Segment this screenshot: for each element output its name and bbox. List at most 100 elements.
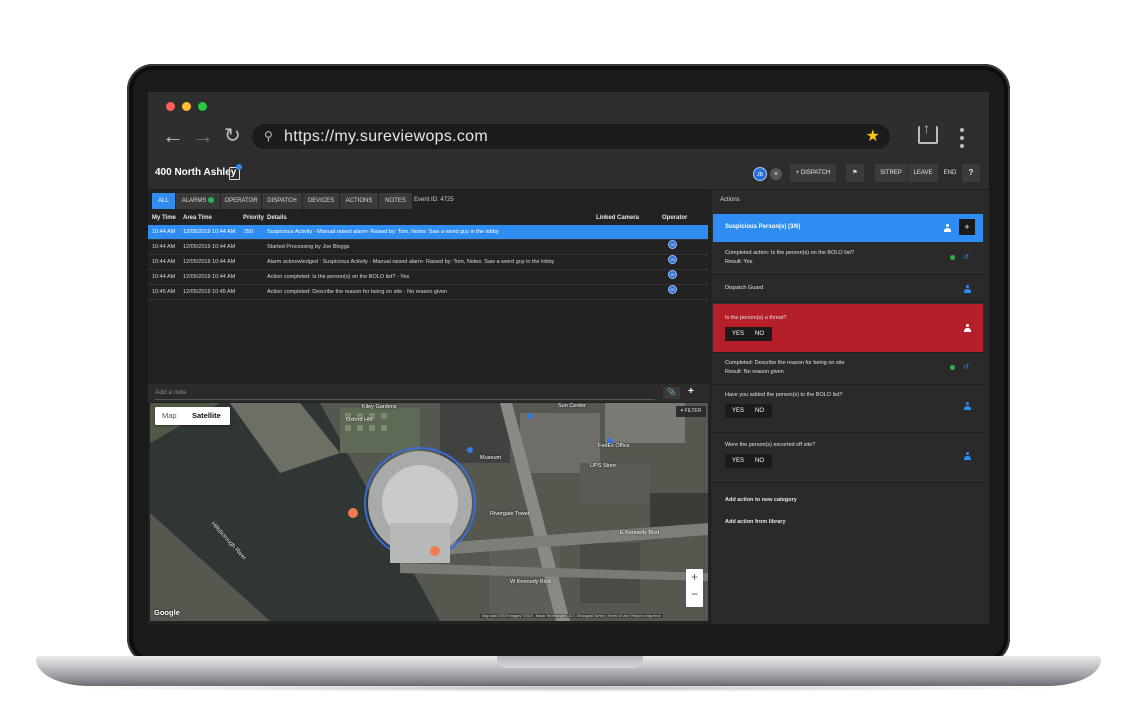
address-bar[interactable]: ⚲ https://my.sureviewops.com ★ xyxy=(252,124,890,149)
tab-operator[interactable]: OPERATOR xyxy=(221,193,261,209)
zoom-in-button[interactable]: + xyxy=(686,569,703,586)
yes-button[interactable]: YES xyxy=(732,327,744,341)
action-item[interactable]: Completed: Describe the reason for being… xyxy=(713,354,983,385)
map-label-oxford: Oxford HM xyxy=(346,417,373,423)
close-window-icon[interactable] xyxy=(166,102,175,111)
app: 400 North Ashley JB + + DISPATCH ⚑ SITRE… xyxy=(148,160,989,624)
table-row[interactable]: 10:44 AM 12/05/2019 10:44 AM Started Pro… xyxy=(148,240,708,255)
operator-avatar[interactable]: JB xyxy=(753,167,767,181)
col-operator: Operator xyxy=(662,215,688,221)
zoom-out-button[interactable]: − xyxy=(686,586,703,603)
completed-icon xyxy=(950,365,955,370)
leave-button[interactable]: LEAVE xyxy=(908,164,938,182)
action-text: Completed: Describe the reason for being… xyxy=(725,360,845,366)
site-title: 400 North Ashley xyxy=(155,167,237,178)
tab-alarms-label: ALARMS xyxy=(181,198,207,204)
tab-alarms[interactable]: ALARMS xyxy=(176,193,220,209)
add-operator-icon[interactable]: + xyxy=(770,168,782,180)
yes-no-buttons: YES NO xyxy=(725,327,772,341)
dispatch-button[interactable]: + DISPATCH xyxy=(790,164,836,182)
back-arrow-icon[interactable]: ← xyxy=(162,124,184,148)
attach-icon[interactable]: 📎 xyxy=(663,387,680,399)
col-priority: Priority xyxy=(243,215,265,221)
action-result: Result: Yes xyxy=(725,259,753,265)
add-action-button[interactable]: + xyxy=(959,219,975,235)
add-action-library-link[interactable]: Add action from library xyxy=(725,519,786,525)
add-note-button[interactable]: + xyxy=(688,386,694,397)
forward-arrow-icon[interactable]: → xyxy=(192,124,214,148)
action-text: Have you added the person(s) to the BOLO… xyxy=(725,392,843,398)
no-button[interactable]: NO xyxy=(755,327,764,341)
table-row[interactable]: 10:44 AM 12/05/2019 10:44 AM Action comp… xyxy=(148,270,708,285)
cell-my-time: 10:44 AM xyxy=(152,229,176,235)
map-label-sun: Sun Center xyxy=(558,403,586,409)
alarm-badge xyxy=(208,197,215,204)
reload-icon[interactable]: ↻ xyxy=(224,124,241,148)
yes-no-buttons: YES NO xyxy=(725,454,772,468)
note-input[interactable]: Add a note xyxy=(155,387,655,400)
table-row[interactable]: 10:45 AM 12/05/2019 10:45 AM Action comp… xyxy=(148,285,708,300)
table-row[interactable]: 10:44 AM 12/05/2019 10:44 AM 250 Suspici… xyxy=(148,225,708,240)
tab-devices[interactable]: DEVICES xyxy=(303,193,339,209)
sitrep-button[interactable]: SITREP xyxy=(875,164,907,182)
help-button[interactable]: ? xyxy=(962,164,980,182)
minimize-window-icon[interactable] xyxy=(182,102,191,111)
browser-chrome: ← → ↻ ⚲ https://my.sureviewops.com ★ ↑ xyxy=(148,92,989,160)
map-label-ups: UPS Store xyxy=(590,463,616,469)
action-text: Dispatch Guard xyxy=(725,285,764,291)
map-view-button[interactable]: Map xyxy=(162,407,177,425)
actions-pane: Actions Suspicious Person(s) (3/6) + Com… xyxy=(710,190,989,624)
cell-details: Suspicious Activity - Manual raised alar… xyxy=(267,229,499,235)
end-button[interactable]: END xyxy=(942,164,958,182)
undo-icon[interactable]: ↺ xyxy=(963,253,969,261)
more-menu-icon[interactable] xyxy=(960,128,964,152)
tab-dispatch[interactable]: DISPATCH xyxy=(262,193,302,209)
tab-actions[interactable]: ACTIONS xyxy=(340,193,378,209)
undo-icon[interactable]: ↺ xyxy=(963,363,969,371)
assign-user-icon[interactable] xyxy=(964,324,971,332)
actions-title: Actions xyxy=(720,197,740,203)
action-item-highlighted[interactable]: Is the person(s) a threat? YES NO xyxy=(713,304,983,353)
action-item[interactable]: Dispatch Guard xyxy=(713,275,983,302)
map-label-kiley: Kiley Gardens xyxy=(362,404,397,410)
bookmark-star-icon[interactable]: ★ xyxy=(866,124,880,149)
yes-button[interactable]: YES xyxy=(732,454,744,468)
event-log-pane: ALL ALARMS OPERATOR DISPATCH DEVICES ACT… xyxy=(148,190,710,624)
action-item[interactable]: Were the person(s) escorted off site? YE… xyxy=(713,434,983,483)
operator-avatar: JB xyxy=(668,240,677,249)
table-header: My Time Area Time Priority Details Linke… xyxy=(148,213,710,224)
map-type-toggle[interactable]: Map Satellite xyxy=(155,407,230,425)
satellite-view-button[interactable]: Satellite xyxy=(192,407,221,425)
operator-avatar: JB xyxy=(668,270,677,279)
map-label-kennedy: E Kennedy Blvd xyxy=(620,530,660,536)
cell-area-time: 12/05/2019 10:44 AM xyxy=(183,274,236,280)
map-label-museum: Museum xyxy=(480,455,502,461)
action-category-header[interactable]: Suspicious Person(s) (3/6) + xyxy=(713,214,983,242)
map-attribution: Map data ©2019 Imagery ©2019 , Maxar Tec… xyxy=(480,614,663,618)
url-text[interactable]: https://my.sureviewops.com xyxy=(284,124,488,149)
add-action-category-link[interactable]: Add action to new category xyxy=(725,497,797,503)
action-item[interactable]: Have you added the person(s) to the BOLO… xyxy=(713,386,983,433)
share-arrow-icon: ↑ xyxy=(923,120,930,136)
search-icon: ⚲ xyxy=(264,129,273,143)
cell-area-time: 12/05/2019 10:45 AM xyxy=(183,289,236,295)
assign-user-icon[interactable] xyxy=(964,402,971,410)
cell-details: Alarm acknowledged : Suspicious Activity… xyxy=(267,259,555,265)
assign-user-icon[interactable] xyxy=(964,452,971,460)
col-my-time: My Time xyxy=(152,215,176,221)
maximize-window-icon[interactable] xyxy=(198,102,207,111)
map-filter-button[interactable]: ▾ FILTER xyxy=(676,406,706,417)
no-button[interactable]: NO xyxy=(755,454,764,468)
tab-all[interactable]: ALL xyxy=(152,193,175,209)
table-row[interactable]: 10:44 AM 12/05/2019 10:44 AM Alarm ackno… xyxy=(148,255,708,270)
assign-user-icon[interactable] xyxy=(944,224,951,232)
col-area-time: Area Time xyxy=(183,215,212,221)
yes-button[interactable]: YES xyxy=(732,404,744,418)
flag-icon[interactable]: ⚑ xyxy=(846,164,864,182)
action-item[interactable]: Completed action: Is the person(s) on th… xyxy=(713,244,983,275)
tab-notes[interactable]: NOTES xyxy=(379,193,412,209)
satellite-map[interactable]: Kiley Gardens Oxford HM FedEx Office UPS… xyxy=(150,403,708,621)
no-button[interactable]: NO xyxy=(755,404,764,418)
assign-user-icon[interactable] xyxy=(964,285,971,293)
notification-dot xyxy=(236,164,242,170)
